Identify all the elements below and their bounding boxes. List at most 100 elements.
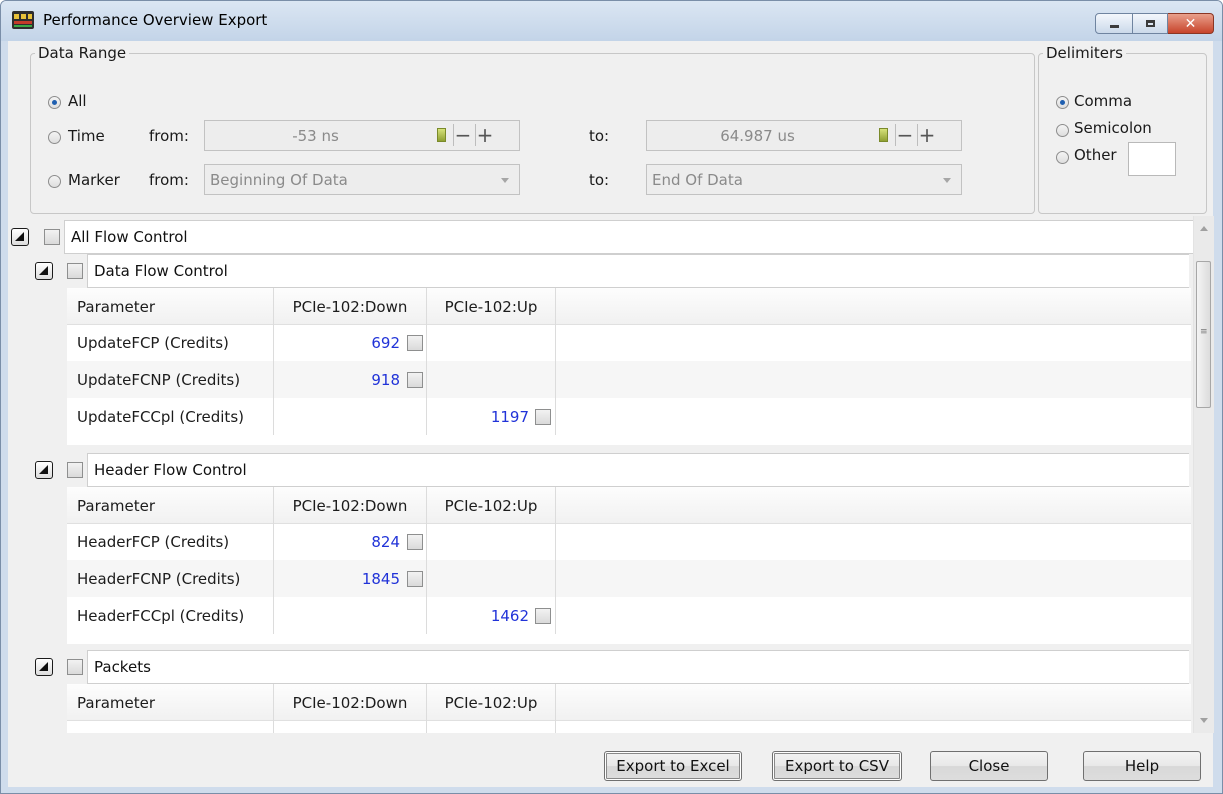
scroll-thumb[interactable]: ≡ (1196, 261, 1211, 408)
section-title: Header Flow Control (94, 461, 247, 479)
increment-button[interactable]: + (475, 124, 494, 146)
table-header-row: Parameter PCIe-102:Down PCIe-102:Up (67, 487, 1191, 524)
export-dialog-window: Performance Overview Export ✕ Data Range… (0, 0, 1223, 794)
help-button[interactable]: Help (1083, 751, 1201, 781)
calculator-icon[interactable] (879, 128, 888, 142)
value-text: 1462 (490, 607, 529, 625)
range-all-label: All (68, 92, 87, 110)
up-cell: 1197 (427, 398, 556, 435)
collapse-section-icon[interactable] (35, 262, 53, 280)
maximize-button[interactable] (1133, 13, 1168, 34)
all-flow-control-checkbox[interactable] (44, 229, 60, 245)
marker-to-label: to: (589, 171, 610, 189)
time-to-value: 64.987 us (720, 127, 795, 145)
close-window-button[interactable]: ✕ (1168, 13, 1214, 34)
delimiter-comma-radio[interactable] (1056, 96, 1069, 109)
data-flow-table: Parameter PCIe-102:Down PCIe-102:Up Upda… (67, 288, 1191, 445)
up-cell (427, 324, 556, 361)
column-header: PCIe-102:Up (427, 487, 556, 523)
value-text: 1197 (490, 408, 529, 426)
marker-to-select[interactable]: End Of Data (646, 164, 962, 195)
time-to-label: to: (589, 127, 610, 145)
delimiter-comma-label: Comma (1074, 92, 1133, 110)
data-flow-control-checkbox[interactable] (67, 263, 83, 279)
column-header: PCIe-102:Down (274, 487, 427, 523)
section-title: Packets (94, 658, 151, 676)
time-from-label: from: (149, 127, 189, 145)
close-button[interactable]: Close (930, 751, 1048, 781)
parameter-cell (67, 720, 274, 733)
value-checkbox[interactable] (535, 608, 551, 624)
up-cell (427, 361, 556, 398)
increment-button[interactable]: + (917, 124, 936, 146)
up-cell: 1462 (427, 597, 556, 634)
decrement-button[interactable]: − (453, 124, 472, 146)
time-from-value: -53 ns (292, 127, 339, 145)
table-row: UpdateFCNP (Credits) 918 (67, 361, 1191, 398)
down-cell: 824 (274, 523, 427, 560)
value-text: 1845 (361, 570, 400, 588)
section-header: Header Flow Control (87, 453, 1189, 487)
table-row: HeaderFCP (Credits) 824 (67, 523, 1191, 560)
column-header: PCIe-102:Down (274, 684, 427, 720)
down-cell (274, 597, 427, 634)
scroll-up-icon[interactable] (1200, 226, 1208, 231)
delimiter-other-label: Other (1074, 146, 1117, 164)
value-text: 918 (371, 371, 400, 389)
export-to-csv-button[interactable]: Export to CSV (772, 751, 902, 781)
range-all-radio[interactable] (48, 96, 61, 109)
parameter-cell: UpdateFCNP (Credits) (67, 361, 274, 398)
table-row: UpdateFCP (Credits) 692 (67, 324, 1191, 361)
section-header: Packets (87, 650, 1189, 684)
packets-checkbox[interactable] (67, 659, 83, 675)
chevron-down-icon (943, 178, 951, 183)
decrement-button[interactable]: − (895, 124, 914, 146)
marker-from-select[interactable]: Beginning Of Data (204, 164, 520, 195)
column-header: PCIe-102:Up (427, 684, 556, 720)
parameter-cell: HeaderFCNP (Credits) (67, 560, 274, 597)
time-to-spinner[interactable]: 64.987 us − + (646, 120, 962, 151)
down-cell (274, 398, 427, 435)
down-cell: 1845 (274, 560, 427, 597)
table-row: HeaderFCCpl (Credits) 1462 (67, 597, 1191, 634)
export-to-excel-button[interactable]: Export to Excel (604, 751, 742, 781)
value-checkbox[interactable] (535, 409, 551, 425)
value-checkbox[interactable] (407, 372, 423, 388)
up-cell (427, 720, 556, 733)
down-cell: 692 (274, 324, 427, 361)
time-from-spinner[interactable]: -53 ns − + (204, 120, 520, 151)
header-flow-control-checkbox[interactable] (67, 462, 83, 478)
table-row (67, 720, 1191, 733)
range-time-label: Time (68, 127, 105, 145)
column-header: Parameter (67, 487, 274, 523)
title-bar[interactable]: Performance Overview Export ✕ (1, 1, 1222, 41)
vertical-scrollbar[interactable]: ≡ (1193, 216, 1214, 733)
collapse-section-icon[interactable] (35, 658, 53, 676)
value-text: 824 (371, 533, 400, 551)
range-marker-radio[interactable] (48, 175, 61, 188)
app-icon (12, 11, 34, 29)
range-time-radio[interactable] (48, 131, 61, 144)
delimiter-other-radio[interactable] (1056, 151, 1069, 164)
parameter-cell: UpdateFCCpl (Credits) (67, 398, 274, 435)
column-header: Parameter (67, 684, 274, 720)
column-header: Parameter (67, 288, 274, 324)
value-checkbox[interactable] (407, 534, 423, 550)
parameter-cell: UpdateFCP (Credits) (67, 324, 274, 361)
calculator-icon[interactable] (437, 128, 446, 142)
up-cell (427, 523, 556, 560)
close-icon: ✕ (1184, 15, 1197, 32)
maximize-icon (1145, 20, 1155, 27)
down-cell (274, 720, 427, 733)
scroll-down-icon[interactable] (1200, 718, 1208, 723)
collapse-section-icon[interactable] (35, 461, 53, 479)
value-checkbox[interactable] (407, 335, 423, 351)
delimiter-semicolon-radio[interactable] (1056, 124, 1069, 137)
delimiter-other-input[interactable] (1128, 142, 1176, 176)
window-title: Performance Overview Export (43, 11, 268, 29)
minimize-button[interactable] (1095, 13, 1133, 34)
chevron-down-icon (501, 178, 509, 183)
collapse-root-icon[interactable] (11, 228, 29, 246)
grip-icon: ≡ (1200, 327, 1208, 337)
value-checkbox[interactable] (407, 571, 423, 587)
